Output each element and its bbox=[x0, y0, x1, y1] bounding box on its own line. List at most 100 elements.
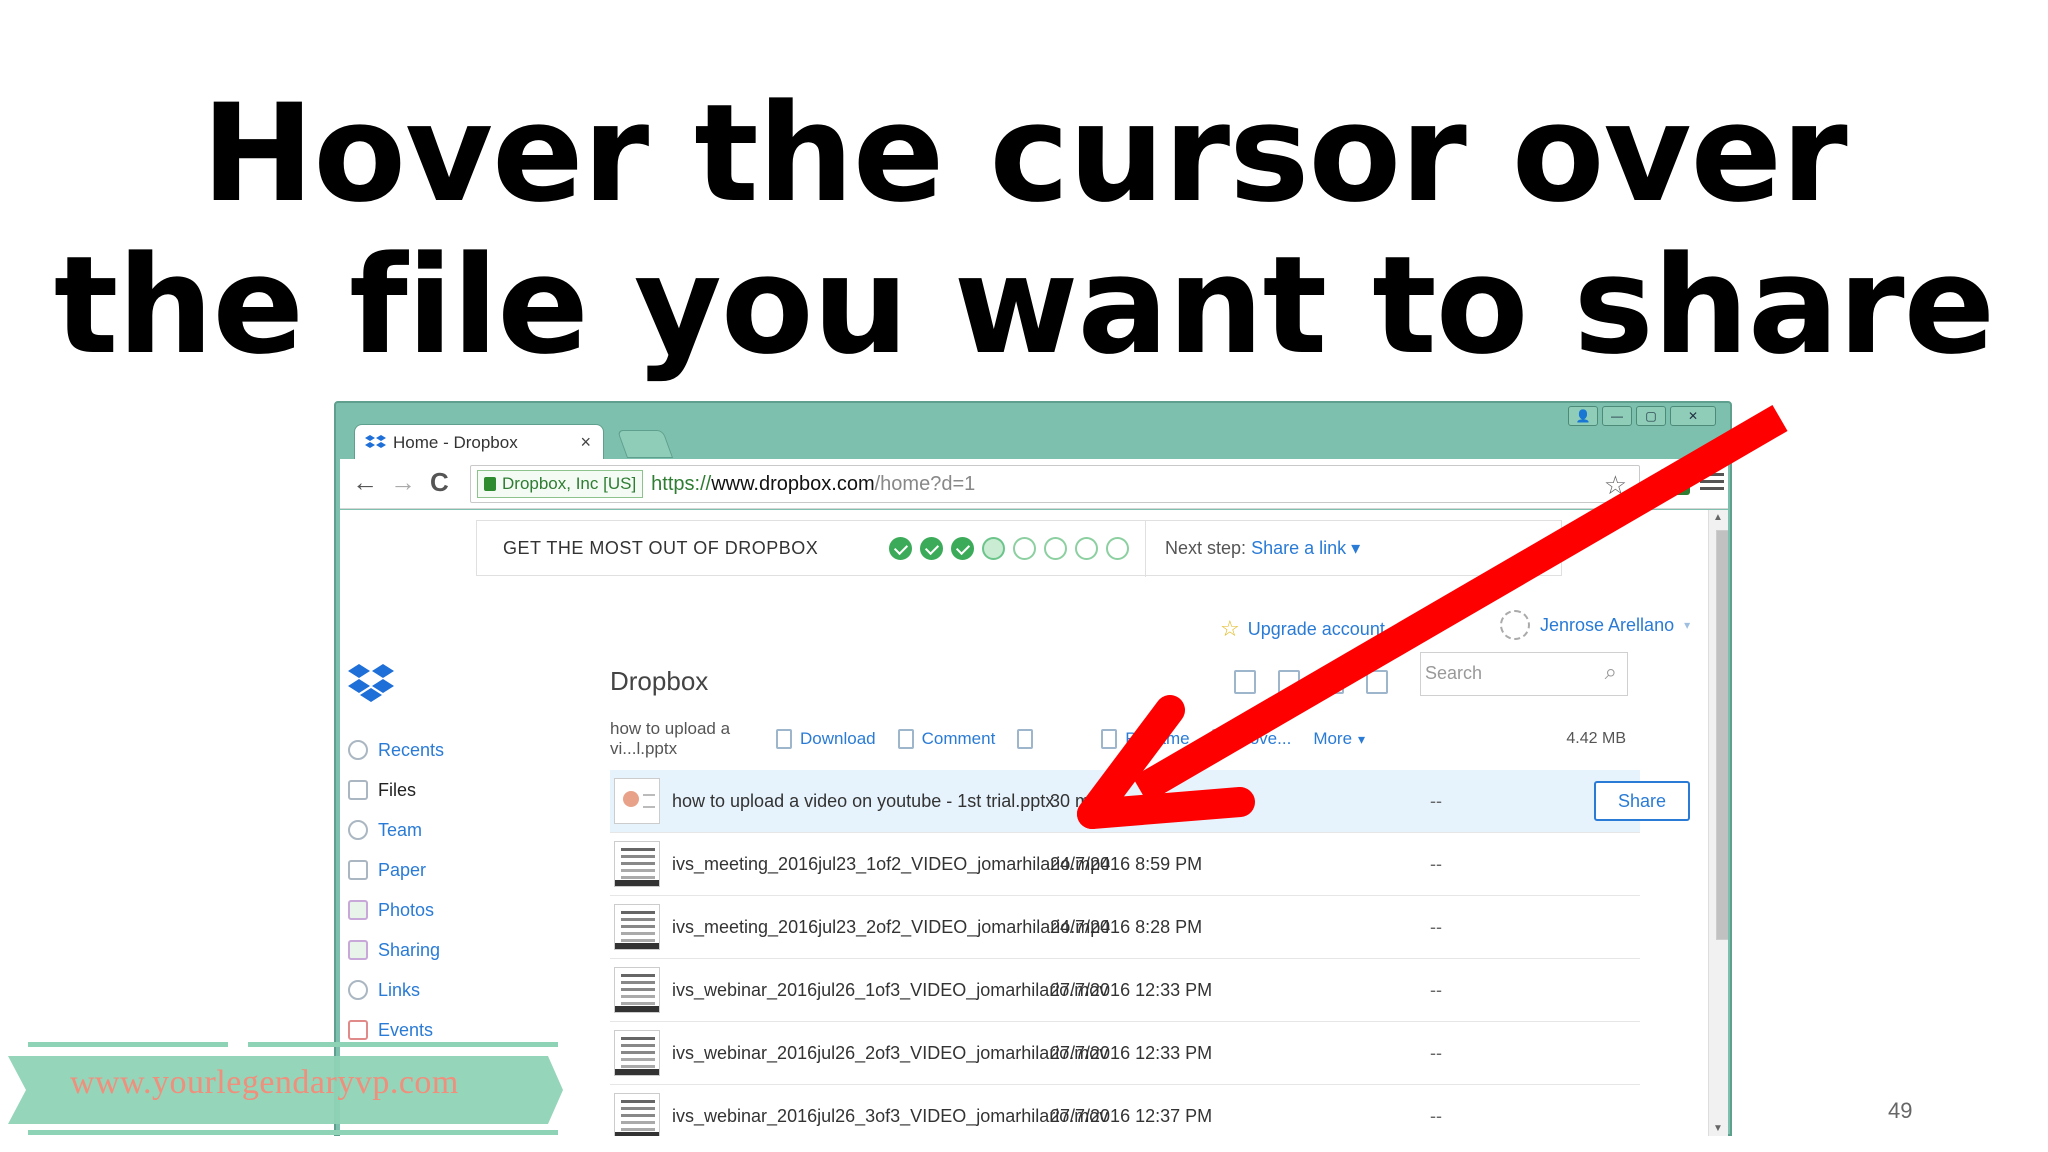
file-name[interactable]: ivs_meeting_2016jul23_2of2_VIDEO_jomarhi… bbox=[672, 917, 1110, 938]
url-host: www.dropbox.com bbox=[711, 472, 875, 495]
bookmark-star-icon[interactable]: ☆ bbox=[1604, 470, 1627, 501]
search-input[interactable]: Search ⌕ bbox=[1420, 652, 1628, 696]
table-row[interactable]: how to upload a video on youtube - 1st t… bbox=[610, 770, 1690, 833]
close-window-icon[interactable]: ✕ bbox=[1670, 406, 1716, 426]
link-icon bbox=[348, 980, 368, 1000]
file-name[interactable]: ivs_meeting_2016jul23_1of2_VIDEO_jomarhi… bbox=[672, 854, 1110, 875]
file-name[interactable]: ivs_webinar_2016jul26_1of3_VIDEO_jomarhi… bbox=[672, 980, 1108, 1001]
file-name[interactable]: ivs_webinar_2016jul26_3of3_VIDEO_jomarhi… bbox=[672, 1106, 1108, 1127]
comment-button[interactable]: Comment bbox=[897, 729, 996, 749]
upgrade-account-link[interactable]: ☆ Upgrade account bbox=[1220, 616, 1385, 642]
delete-button[interactable] bbox=[1017, 729, 1041, 749]
tab-title: Home - Dropbox bbox=[393, 432, 518, 452]
profile-icon[interactable]: 👤 bbox=[1568, 406, 1598, 426]
file-members: -- bbox=[1430, 1042, 1442, 1063]
tab-close-icon[interactable]: × bbox=[580, 432, 591, 453]
minimize-icon[interactable]: — bbox=[1602, 406, 1632, 426]
scroll-up-icon[interactable]: ▲ bbox=[1713, 512, 1723, 523]
comment-icon bbox=[897, 729, 914, 749]
address-bar[interactable]: Dropbox, Inc [US] https://www.dropbox.co… bbox=[470, 465, 1640, 503]
shared-folder-icon[interactable] bbox=[1322, 670, 1344, 694]
photos-icon bbox=[348, 900, 368, 920]
file-modified: 24/7/2016 8:59 PM bbox=[1050, 853, 1203, 874]
file-modified: 27/7/2016 12:33 PM bbox=[1050, 979, 1213, 1000]
scroll-thumb[interactable] bbox=[1716, 530, 1728, 940]
browser-menu-icon[interactable] bbox=[1700, 469, 1724, 495]
sidebar-item-label: Paper bbox=[378, 859, 427, 880]
delete-icon bbox=[1017, 729, 1034, 749]
forward-icon[interactable]: → bbox=[390, 469, 416, 495]
divider bbox=[1145, 521, 1146, 577]
dropbox-favicon-icon bbox=[365, 434, 386, 448]
download-button[interactable]: Download bbox=[776, 729, 876, 749]
header-toolbar bbox=[1234, 670, 1388, 694]
more-button[interactable]: More bbox=[1313, 729, 1365, 749]
video-thumbnail-icon bbox=[614, 967, 660, 1013]
vertical-scrollbar[interactable]: ▲ ▼ bbox=[1708, 510, 1728, 1136]
file-size: 4.42 MB bbox=[1566, 730, 1626, 747]
move-label: Move... bbox=[1235, 729, 1292, 748]
table-row[interactable]: ivs_webinar_2016jul26_1of3_VIDEO_jomarhi… bbox=[610, 959, 1640, 1022]
rename-icon bbox=[1101, 729, 1118, 749]
download-icon bbox=[776, 729, 792, 749]
page-title: Dropbox bbox=[610, 666, 709, 696]
extension-icon[interactable] bbox=[1660, 469, 1690, 495]
sidebar-item-team[interactable]: Team bbox=[348, 810, 444, 850]
new-tab-button[interactable] bbox=[616, 430, 674, 458]
next-step-link[interactable]: Share a link ▾ bbox=[1251, 538, 1360, 558]
table-row[interactable]: ivs_webinar_2016jul26_2of3_VIDEO_jomarhi… bbox=[610, 1022, 1640, 1085]
reload-icon[interactable]: C bbox=[430, 469, 449, 495]
upgrade-label: Upgrade account bbox=[1247, 618, 1385, 639]
video-thumbnail-icon bbox=[614, 841, 660, 887]
sidebar-item-files[interactable]: Files bbox=[348, 770, 444, 810]
download-label: Download bbox=[800, 729, 876, 748]
step-complete-icon bbox=[920, 537, 943, 560]
step-complete-icon bbox=[889, 537, 912, 560]
url-text: https://www.dropbox.com/home?d=1 bbox=[651, 473, 975, 496]
share-button[interactable]: Share bbox=[1594, 781, 1690, 821]
next-step: Next step: Share a link ▾ bbox=[1165, 538, 1360, 559]
rename-button[interactable]: Rename bbox=[1101, 729, 1190, 749]
sidebar-item-paper[interactable]: Paper bbox=[348, 850, 444, 890]
file-name[interactable]: how to upload a video on youtube - 1st t… bbox=[672, 791, 1054, 812]
ev-certificate-badge[interactable]: Dropbox, Inc [US] bbox=[477, 470, 644, 498]
sidebar-item-links[interactable]: Links bbox=[348, 970, 444, 1010]
star-icon: ☆ bbox=[1220, 616, 1240, 641]
page-number: 49 bbox=[1888, 1098, 1913, 1123]
team-icon bbox=[348, 820, 368, 840]
file-modified: 27/7/2016 12:33 PM bbox=[1050, 1042, 1213, 1063]
file-members: -- bbox=[1430, 916, 1442, 937]
file-modified: 24/7/2016 8:28 PM bbox=[1050, 916, 1203, 937]
sidebar-item-photos[interactable]: Photos bbox=[348, 890, 444, 930]
dropbox-logo-icon[interactable] bbox=[348, 662, 394, 708]
more-label: More bbox=[1313, 729, 1353, 748]
table-row[interactable]: ivs_meeting_2016jul23_2of2_VIDEO_jomarhi… bbox=[610, 896, 1640, 959]
new-folder-icon[interactable] bbox=[1278, 670, 1300, 694]
ev-label: Dropbox, Inc [US] bbox=[502, 474, 637, 493]
video-thumbnail-icon bbox=[614, 1093, 660, 1136]
table-row[interactable]: ivs_webinar_2016jul26_3of3_VIDEO_jomarhi… bbox=[610, 1085, 1640, 1136]
step-todo-icon bbox=[1075, 537, 1098, 560]
upload-file-icon[interactable] bbox=[1234, 670, 1256, 694]
slide-title-line-1: Hover the cursor over bbox=[201, 75, 1847, 232]
move-button[interactable]: Move... bbox=[1211, 729, 1292, 749]
file-name[interactable]: ivs_webinar_2016jul26_2of3_VIDEO_jomarhi… bbox=[672, 1043, 1108, 1064]
onboarding-banner: GET THE MOST OUT OF DROPBOX Next step: S… bbox=[476, 520, 1562, 577]
onboarding-steps bbox=[889, 537, 1129, 560]
back-icon[interactable]: ← bbox=[352, 469, 378, 495]
move-icon bbox=[1211, 729, 1228, 749]
step-todo-icon bbox=[1013, 537, 1036, 560]
rename-label: Rename bbox=[1125, 729, 1190, 748]
sidebar: Recents Files Team Paper Photos Sharing bbox=[348, 730, 444, 1050]
scroll-down-icon[interactable]: ▼ bbox=[1713, 1123, 1723, 1134]
browser-toolbar: ← → C Dropbox, Inc [US] https://www.drop… bbox=[340, 459, 1728, 509]
maximize-icon[interactable]: ▢ bbox=[1636, 406, 1666, 426]
tab-dropbox-home[interactable]: Home - Dropbox × bbox=[354, 424, 604, 460]
sidebar-item-sharing[interactable]: Sharing bbox=[348, 930, 444, 970]
comment-label: Comment bbox=[921, 729, 996, 748]
user-menu[interactable]: Jenrose Arellano ▾ bbox=[1500, 610, 1690, 640]
table-row[interactable]: ivs_meeting_2016jul23_1of2_VIDEO_jomarhi… bbox=[610, 833, 1640, 896]
sidebar-item-recents[interactable]: Recents bbox=[348, 730, 444, 770]
search-icon[interactable]: ⌕ bbox=[1605, 659, 1617, 685]
trash-icon[interactable] bbox=[1366, 670, 1388, 694]
